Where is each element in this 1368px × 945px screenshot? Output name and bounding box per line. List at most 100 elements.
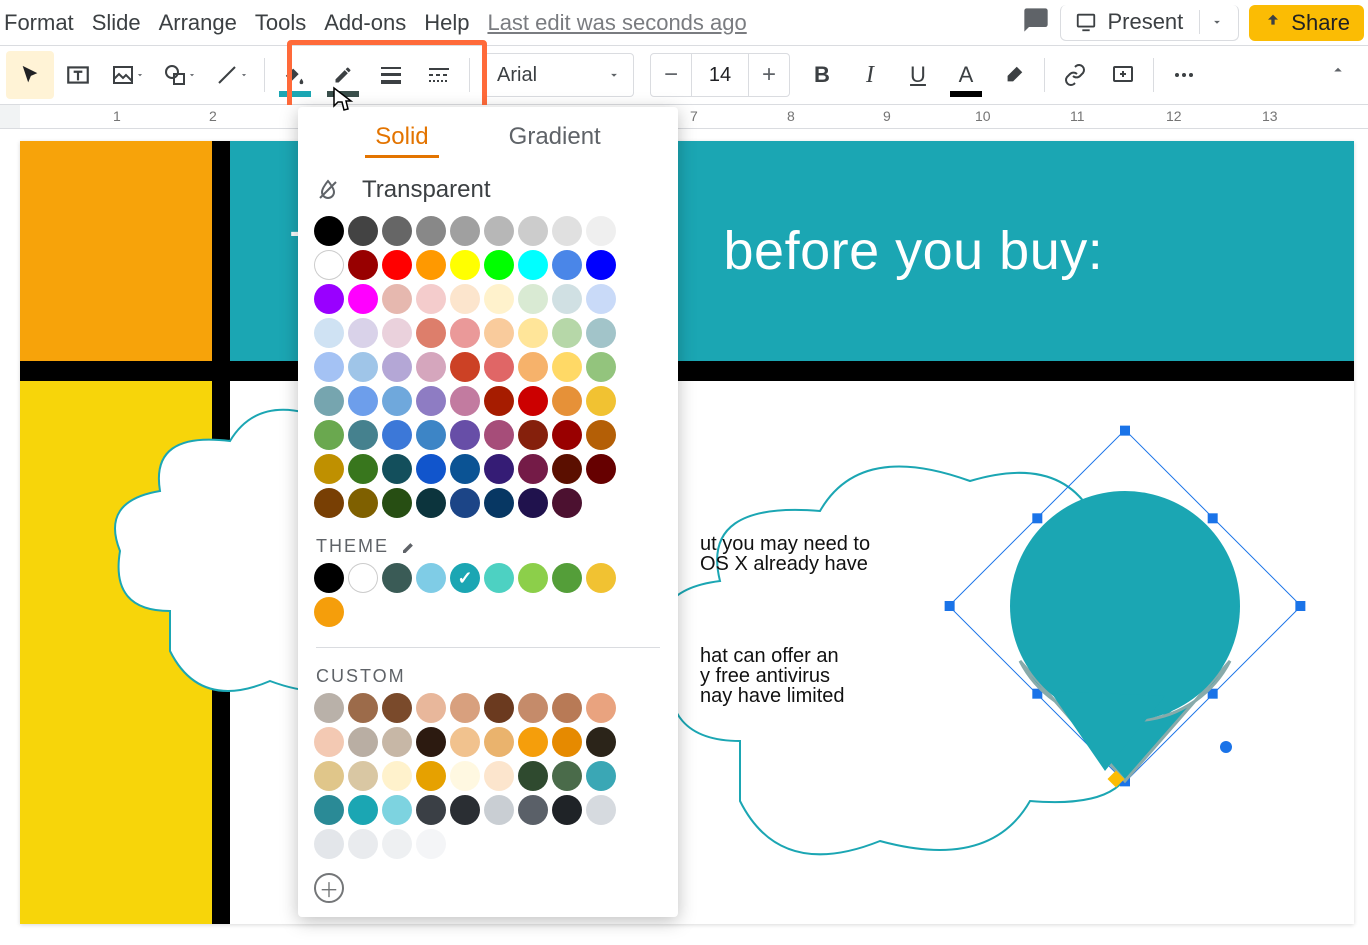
font-size-increase[interactable]: + — [749, 61, 789, 89]
color-swatch[interactable] — [518, 727, 548, 757]
color-swatch[interactable] — [382, 795, 412, 825]
insert-image-tool[interactable] — [102, 51, 154, 99]
color-swatch[interactable] — [552, 454, 582, 484]
selected-shape[interactable] — [950, 441, 1290, 801]
color-swatch[interactable] — [382, 420, 412, 450]
color-swatch[interactable] — [518, 250, 548, 280]
color-swatch[interactable] — [552, 693, 582, 723]
color-swatch[interactable] — [382, 284, 412, 314]
menu-addons[interactable]: Add-ons — [324, 10, 406, 36]
color-swatch[interactable] — [518, 420, 548, 450]
color-swatch[interactable] — [314, 829, 344, 859]
transparent-option[interactable]: Transparent — [298, 164, 678, 216]
color-swatch[interactable] — [416, 727, 446, 757]
menu-help[interactable]: Help — [424, 10, 469, 36]
color-swatch[interactable] — [552, 386, 582, 416]
color-swatch[interactable] — [382, 829, 412, 859]
picker-tab-solid[interactable]: Solid — [365, 119, 438, 158]
add-comment-button[interactable] — [1099, 51, 1147, 99]
color-swatch[interactable] — [586, 250, 616, 280]
color-swatch[interactable] — [314, 284, 344, 314]
color-swatch[interactable] — [484, 693, 514, 723]
slide[interactable]: T before you buy: I F ut you may need to… — [20, 141, 1354, 924]
color-swatch[interactable] — [484, 488, 514, 518]
color-swatch[interactable] — [348, 761, 378, 791]
more-options-button[interactable] — [1160, 51, 1208, 99]
color-swatch[interactable] — [518, 386, 548, 416]
color-swatch[interactable] — [586, 795, 616, 825]
color-swatch[interactable] — [382, 693, 412, 723]
border-weight-button[interactable] — [367, 51, 415, 99]
color-swatch[interactable] — [484, 795, 514, 825]
color-swatch[interactable] — [518, 795, 548, 825]
color-swatch[interactable] — [416, 420, 446, 450]
color-swatch[interactable] — [586, 216, 616, 246]
color-swatch[interactable] — [348, 563, 378, 593]
color-swatch[interactable] — [348, 454, 378, 484]
color-swatch[interactable] — [348, 488, 378, 518]
color-swatch[interactable] — [450, 420, 480, 450]
color-swatch[interactable] — [348, 420, 378, 450]
color-swatch[interactable] — [348, 250, 378, 280]
color-swatch[interactable] — [416, 795, 446, 825]
insert-link-button[interactable] — [1051, 51, 1099, 99]
color-swatch[interactable] — [450, 454, 480, 484]
italic-button[interactable]: I — [846, 51, 894, 99]
color-swatch[interactable] — [314, 795, 344, 825]
color-swatch[interactable] — [314, 597, 344, 627]
bold-button[interactable]: B — [798, 51, 846, 99]
color-swatch[interactable] — [382, 454, 412, 484]
color-swatch[interactable] — [382, 216, 412, 246]
collapse-toolbar-button[interactable] — [1314, 46, 1362, 94]
rotation-handle[interactable] — [1220, 741, 1232, 753]
color-swatch[interactable] — [348, 795, 378, 825]
color-swatch[interactable] — [450, 318, 480, 348]
color-swatch[interactable] — [586, 318, 616, 348]
color-swatch[interactable] — [552, 318, 582, 348]
color-swatch[interactable] — [518, 352, 548, 382]
picker-tab-gradient[interactable]: Gradient — [499, 119, 611, 158]
underline-button[interactable]: U — [894, 51, 942, 99]
color-swatch[interactable] — [314, 727, 344, 757]
color-swatch[interactable] — [348, 284, 378, 314]
color-swatch[interactable] — [450, 563, 480, 593]
color-swatch[interactable] — [518, 488, 548, 518]
color-swatch[interactable] — [484, 386, 514, 416]
color-swatch[interactable] — [484, 761, 514, 791]
color-swatch[interactable] — [348, 216, 378, 246]
color-swatch[interactable] — [382, 386, 412, 416]
color-swatch[interactable] — [450, 761, 480, 791]
color-swatch[interactable] — [314, 693, 344, 723]
color-swatch[interactable] — [586, 420, 616, 450]
color-swatch[interactable] — [314, 216, 344, 246]
last-edit-link[interactable]: Last edit was seconds ago — [487, 10, 746, 36]
color-swatch[interactable] — [552, 563, 582, 593]
edit-theme-icon[interactable] — [401, 539, 417, 555]
highlight-color-button[interactable] — [990, 51, 1038, 99]
color-swatch[interactable] — [552, 795, 582, 825]
color-swatch[interactable] — [586, 761, 616, 791]
color-swatch[interactable] — [348, 829, 378, 859]
color-swatch[interactable] — [382, 727, 412, 757]
color-swatch[interactable] — [552, 420, 582, 450]
color-swatch[interactable] — [416, 318, 446, 348]
color-swatch[interactable] — [314, 563, 344, 593]
color-swatch[interactable] — [348, 386, 378, 416]
color-swatch[interactable] — [450, 727, 480, 757]
color-swatch[interactable] — [552, 727, 582, 757]
color-swatch[interactable] — [416, 454, 446, 484]
color-swatch[interactable] — [518, 216, 548, 246]
color-swatch[interactable] — [416, 829, 446, 859]
color-swatch[interactable] — [586, 352, 616, 382]
menu-tools[interactable]: Tools — [255, 10, 306, 36]
add-custom-color-button[interactable]: ＋ — [314, 873, 344, 903]
color-swatch[interactable] — [314, 250, 344, 280]
color-swatch[interactable] — [416, 216, 446, 246]
color-swatch[interactable] — [484, 284, 514, 314]
color-swatch[interactable] — [416, 693, 446, 723]
color-swatch[interactable] — [416, 352, 446, 382]
color-swatch[interactable] — [382, 761, 412, 791]
color-swatch[interactable] — [586, 727, 616, 757]
slide-canvas[interactable]: T before you buy: I F ut you may need to… — [0, 129, 1368, 944]
color-swatch[interactable] — [586, 454, 616, 484]
